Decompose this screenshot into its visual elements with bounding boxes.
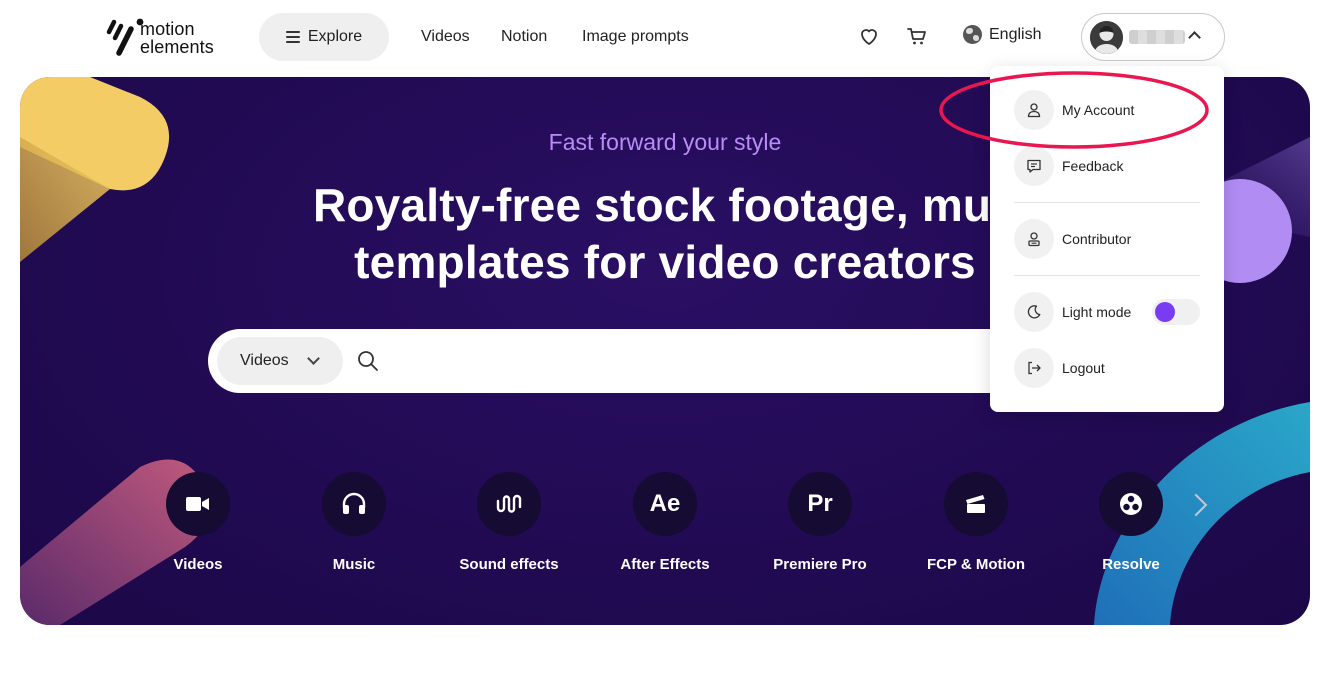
light-mode-toggle[interactable] xyxy=(1152,299,1200,325)
menu-item-label: My Account xyxy=(1062,102,1135,118)
logout-icon xyxy=(1014,348,1054,388)
category-fcp-motion[interactable]: FCP & Motion xyxy=(906,472,1046,573)
category-label: Music xyxy=(332,556,376,573)
user-icon xyxy=(1014,90,1054,130)
clapperboard-icon xyxy=(944,472,1008,536)
category-after-effects[interactable]: Ae After Effects xyxy=(595,472,735,573)
menu-item-label: Contributor xyxy=(1062,231,1132,247)
menu-icon xyxy=(285,31,300,43)
heart-icon[interactable] xyxy=(857,24,881,48)
globe-icon xyxy=(963,25,982,44)
account-button[interactable] xyxy=(1081,13,1225,61)
contributor-icon xyxy=(1014,219,1054,259)
nav-link-notion[interactable]: Notion xyxy=(501,27,547,47)
logo-line-2: elements xyxy=(140,37,214,57)
menu-item-logout[interactable]: Logout xyxy=(1014,348,1200,388)
premiere-pro-icon-text: Pr xyxy=(807,490,833,517)
menu-item-contributor[interactable]: Contributor xyxy=(1014,219,1200,259)
category-label: After Effects xyxy=(620,556,710,573)
account-dropdown-menu: My Account Feedback Contributor Light mo… xyxy=(990,66,1224,412)
category-videos[interactable]: Videos xyxy=(128,472,268,573)
motion-elements-logo[interactable]: motion elements xyxy=(104,16,224,60)
category-premiere-pro[interactable]: Pr Premiere Pro xyxy=(750,472,890,573)
category-label: Premiere Pro xyxy=(773,556,867,573)
language-selector[interactable]: English xyxy=(963,25,1041,44)
language-label: English xyxy=(989,25,1042,43)
search-bar: Videos xyxy=(208,329,1122,393)
toggle-knob xyxy=(1155,302,1175,322)
headphones-icon xyxy=(322,472,386,536)
menu-divider xyxy=(1014,202,1200,203)
category-label: Resolve xyxy=(1102,556,1160,573)
explore-label: Explore xyxy=(307,28,363,45)
cart-icon[interactable] xyxy=(905,24,929,48)
nav-link-videos[interactable]: Videos xyxy=(421,27,470,47)
premiere-pro-icon: Pr xyxy=(788,472,852,536)
category-label: Videos xyxy=(173,556,223,573)
menu-item-my-account[interactable]: My Account xyxy=(1014,90,1200,130)
search-type-dropdown[interactable]: Videos xyxy=(217,337,343,385)
category-resolve[interactable]: Resolve xyxy=(1061,472,1201,573)
category-label: FCP & Motion xyxy=(926,556,1026,573)
chevron-down-icon xyxy=(307,352,320,365)
menu-item-label: Logout xyxy=(1062,360,1105,376)
chevron-up-icon xyxy=(1188,31,1201,44)
search-input[interactable] xyxy=(394,341,1094,381)
menu-item-feedback[interactable]: Feedback xyxy=(1014,146,1200,186)
avatar xyxy=(1090,20,1123,54)
category-sound-effects[interactable]: Sound effects xyxy=(439,472,579,573)
nav-link-image-prompts[interactable]: Image prompts xyxy=(582,27,689,47)
category-label: Sound effects xyxy=(459,556,559,573)
username-redacted xyxy=(1129,30,1185,44)
video-camera-icon xyxy=(166,472,230,536)
sound-wave-icon xyxy=(477,472,541,536)
chevron-right-icon[interactable] xyxy=(1186,493,1210,517)
chat-icon xyxy=(1014,146,1054,186)
resolve-icon xyxy=(1099,472,1163,536)
category-music[interactable]: Music xyxy=(284,472,424,573)
after-effects-icon-text: Ae xyxy=(649,490,681,517)
after-effects-icon: Ae xyxy=(633,472,697,536)
explore-button[interactable]: Explore xyxy=(259,13,389,61)
menu-divider xyxy=(1014,275,1200,276)
search-icon[interactable] xyxy=(357,350,379,372)
logo-line-1: motion xyxy=(140,19,195,39)
menu-item-label: Feedback xyxy=(1062,158,1124,174)
menu-item-label: Light mode xyxy=(1062,304,1132,320)
search-type-label: Videos xyxy=(240,352,289,369)
top-header: motion elements Explore Videos Notion Im… xyxy=(0,0,1341,76)
moon-icon xyxy=(1014,292,1054,332)
logo-wordmark: motion elements xyxy=(140,20,214,56)
